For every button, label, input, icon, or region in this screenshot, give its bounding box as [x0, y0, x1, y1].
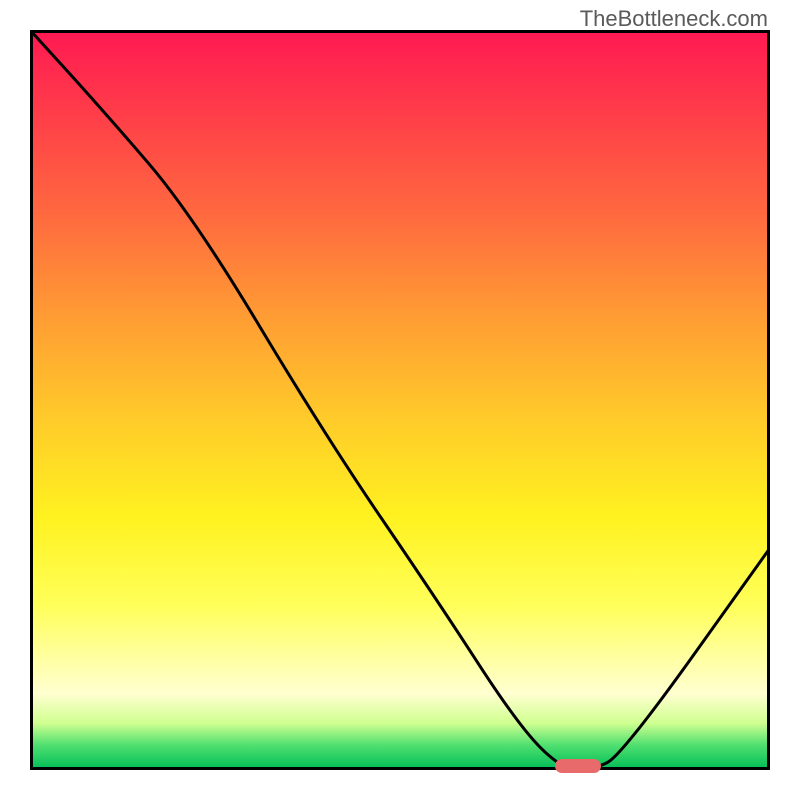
bottleneck-curve: [30, 30, 770, 770]
chart-frame: TheBottleneck.com: [0, 0, 800, 800]
watermark-text: TheBottleneck.com: [580, 6, 768, 32]
optimal-range-marker: [555, 759, 601, 773]
